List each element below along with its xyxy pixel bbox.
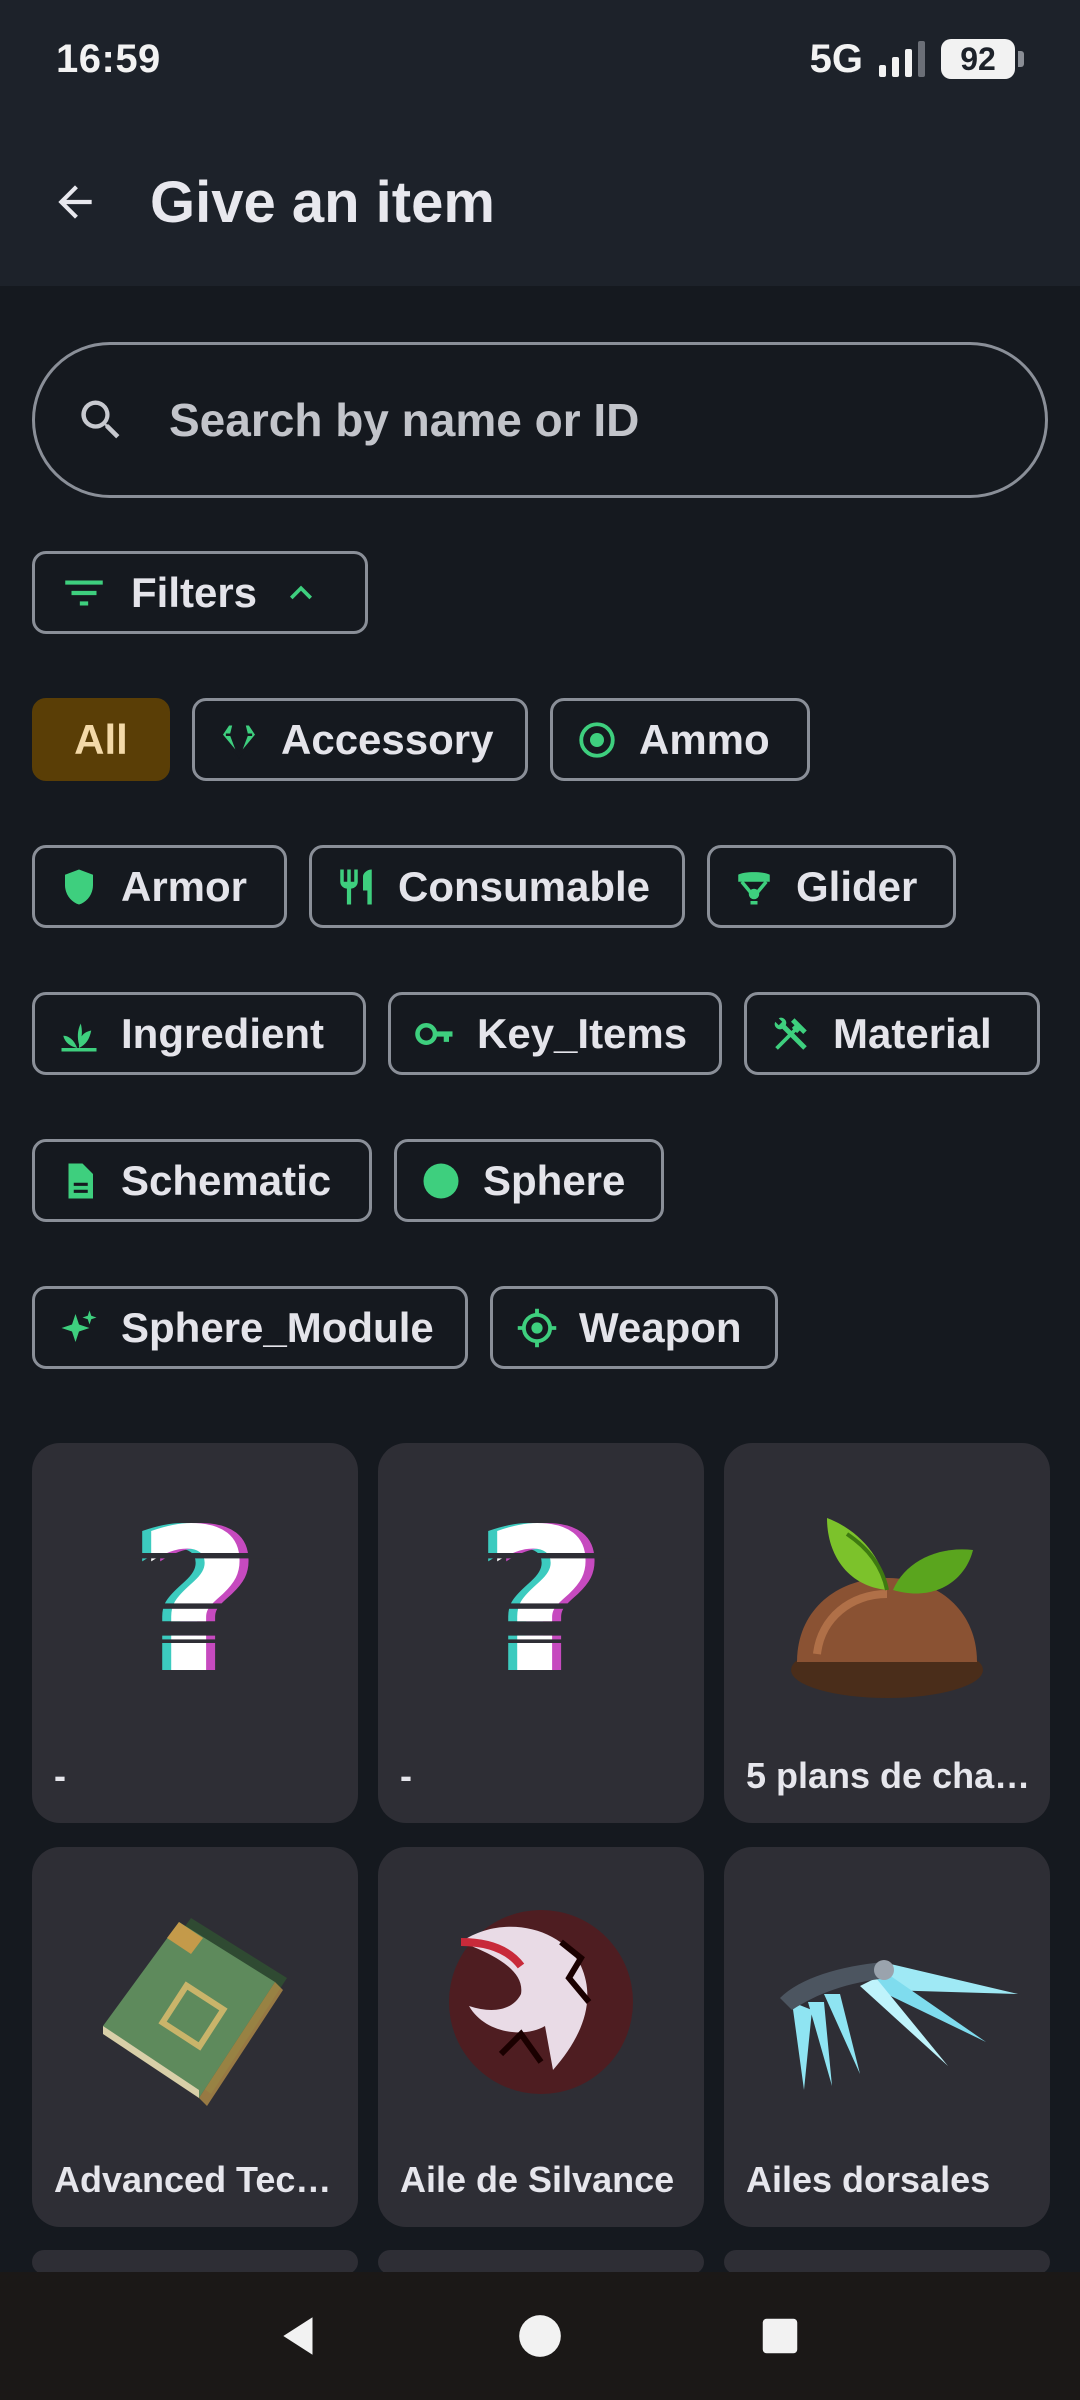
chip-label: Sphere_Module xyxy=(121,1303,434,1351)
paraglider-icon xyxy=(732,865,776,909)
chip-schematic[interactable]: Schematic xyxy=(32,1139,372,1222)
chip-label: Material xyxy=(833,1009,992,1057)
item-card[interactable]: ? ? ? - xyxy=(378,1443,704,1823)
sparkle-icon xyxy=(57,1306,101,1350)
item-name: Advanced Technique Book xyxy=(54,2159,344,2200)
nav-home-button[interactable] xyxy=(500,2296,580,2376)
chip-consumable[interactable]: Consumable xyxy=(309,845,685,928)
chip-label: Schematic xyxy=(121,1156,332,1204)
nav-back-button[interactable] xyxy=(260,2296,340,2376)
document-icon xyxy=(57,1159,101,1203)
chip-label: Consumable xyxy=(398,862,651,910)
chip-sphere-module[interactable]: Sphere_Module xyxy=(32,1286,468,1369)
chip-label: Sphere xyxy=(483,1156,626,1204)
crosshair-icon xyxy=(515,1306,559,1350)
item-card[interactable]: 5 plans de champignons xyxy=(724,1443,1050,1823)
item-card[interactable]: ? ? ? - xyxy=(32,1443,358,1823)
search-icon xyxy=(71,390,131,450)
item-card-partial[interactable] xyxy=(724,2250,1050,2274)
circle-home-icon xyxy=(519,2315,561,2357)
item-card-partial[interactable] xyxy=(32,2250,358,2274)
filters-toggle-button[interactable]: Filters xyxy=(32,551,368,634)
chip-ingredient[interactable]: Ingredient xyxy=(32,992,366,1075)
chip-label: Accessory xyxy=(281,715,494,763)
battery-level: 92 xyxy=(941,39,1015,79)
glitch-question-icon: ? ? ? xyxy=(378,1443,704,1753)
chip-ammo[interactable]: Ammo xyxy=(550,698,810,781)
app-bar: Give an item xyxy=(0,118,1080,286)
status-bar: 16:59 5G 92 xyxy=(0,0,1080,118)
item-name: 5 plans de champignons xyxy=(746,1755,1036,1796)
chip-label: All xyxy=(74,715,128,763)
item-card-partial[interactable] xyxy=(378,2250,704,2274)
seed-sprout-icon xyxy=(724,1443,1050,1753)
chip-label: Ingredient xyxy=(121,1009,325,1057)
arrow-left-icon xyxy=(58,185,92,219)
fork-knife-icon xyxy=(334,865,378,909)
item-card[interactable]: Aile de Silvance xyxy=(378,1847,704,2227)
status-indicators: 5G 92 xyxy=(810,37,1024,82)
item-card[interactable]: Ailes dorsales xyxy=(724,1847,1050,2227)
chip-material[interactable]: Material xyxy=(744,992,1040,1075)
crystal-wings-icon xyxy=(724,1847,1050,2157)
sprout-icon xyxy=(57,1012,101,1056)
chip-label: Ammo xyxy=(639,715,770,763)
target-dot-icon xyxy=(575,718,619,762)
filters-label: Filters xyxy=(131,568,258,616)
battery-icon: 92 xyxy=(941,39,1024,79)
chip-label: Weapon xyxy=(579,1303,742,1351)
status-time: 16:59 xyxy=(56,36,161,81)
item-name: Ailes dorsales xyxy=(746,2159,991,2200)
signal-icon xyxy=(879,41,925,77)
chip-key-items[interactable]: Key_Items xyxy=(388,992,722,1075)
chip-weapon[interactable]: Weapon xyxy=(490,1286,778,1369)
triangle-back-icon xyxy=(283,2317,313,2355)
chevron-up-icon xyxy=(290,585,313,599)
red-wing-icon xyxy=(378,1847,704,2157)
square-recents-icon xyxy=(762,2318,798,2354)
glitch-question-icon: ? ? ? xyxy=(32,1443,358,1753)
network-type: 5G xyxy=(809,36,863,81)
item-name: Aile de Silvance xyxy=(400,2159,675,2200)
svg-text:?: ? xyxy=(484,1498,599,1698)
item-name: - xyxy=(400,1755,412,1796)
chip-glider[interactable]: Glider xyxy=(707,845,956,928)
shield-icon xyxy=(57,865,101,909)
key-icon xyxy=(413,1012,457,1056)
search-input[interactable] xyxy=(169,393,989,447)
chip-armor[interactable]: Armor xyxy=(32,845,287,928)
system-nav-bar xyxy=(0,2272,1080,2400)
item-card[interactable]: Advanced Technique Book xyxy=(32,1847,358,2227)
gem-icon xyxy=(217,718,261,762)
page-title: Give an item xyxy=(150,169,495,235)
back-button[interactable] xyxy=(0,118,150,286)
book-icon xyxy=(32,1847,358,2157)
chip-label: Key_Items xyxy=(477,1009,688,1057)
chip-label: Armor xyxy=(121,862,248,910)
item-name: - xyxy=(54,1755,66,1796)
svg-text:?: ? xyxy=(138,1498,253,1698)
chip-accessory[interactable]: Accessory xyxy=(192,698,528,781)
chip-sphere[interactable]: Sphere xyxy=(394,1139,664,1222)
filter-lines-icon xyxy=(65,580,103,605)
circle-icon xyxy=(419,1159,463,1203)
chip-all[interactable]: All xyxy=(32,698,170,781)
chip-label: Glider xyxy=(796,862,918,910)
nav-recents-button[interactable] xyxy=(740,2296,820,2376)
search-field[interactable] xyxy=(32,342,1048,498)
tools-icon xyxy=(769,1012,813,1056)
